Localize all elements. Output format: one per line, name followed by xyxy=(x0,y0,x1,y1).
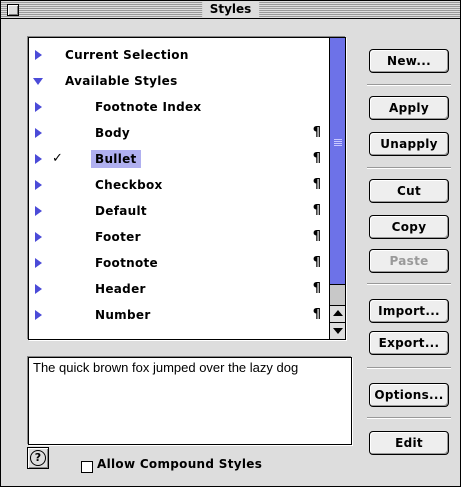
import-button[interactable]: Import... xyxy=(369,299,449,323)
separator xyxy=(367,367,451,369)
style-name: Checkbox xyxy=(95,178,163,192)
styles-window: Styles Current Selection Available Styles… xyxy=(0,0,461,487)
arrow-down-icon xyxy=(333,328,343,334)
help-button[interactable]: ? xyxy=(27,447,49,469)
style-name: Default xyxy=(95,204,147,218)
paragraph-mark-icon: ¶ xyxy=(312,281,321,296)
paragraph-mark-icon: ¶ xyxy=(312,255,321,270)
disclosure-triangle-right-icon[interactable] xyxy=(35,180,42,190)
separator xyxy=(367,283,451,285)
disclosure-triangle-right-icon[interactable] xyxy=(35,50,42,60)
style-list-item[interactable]: Footnote Index xyxy=(29,95,329,119)
new-button[interactable]: New... xyxy=(369,49,449,73)
style-name: Number xyxy=(95,308,151,322)
style-list-item[interactable]: Default ¶ xyxy=(29,199,329,223)
style-list-item[interactable]: Checkbox ¶ xyxy=(29,173,329,197)
styles-list-rows: Current Selection Available Styles Footnot… xyxy=(29,38,329,339)
style-list-item[interactable]: Body ¶ xyxy=(29,121,329,145)
style-name: Footnote Index xyxy=(95,100,202,114)
style-list-item[interactable]: Current Selection xyxy=(29,43,329,67)
style-name: Footnote xyxy=(95,256,158,270)
paragraph-mark-icon: ¶ xyxy=(312,203,321,218)
options-button[interactable]: Options... xyxy=(369,383,449,407)
allow-compound-styles-checkbox[interactable] xyxy=(81,461,93,473)
disclosure-triangle-right-icon[interactable] xyxy=(35,102,42,112)
title-bar[interactable]: Styles xyxy=(1,1,460,19)
disclosure-triangle-right-icon[interactable] xyxy=(35,128,42,138)
paragraph-mark-icon: ¶ xyxy=(312,125,321,140)
disclosure-triangle-right-icon[interactable] xyxy=(35,258,42,268)
scroll-down-button[interactable] xyxy=(330,322,345,339)
style-list-item[interactable]: ✓ Bullet ¶ xyxy=(29,147,329,171)
style-list-item[interactable]: Footer ¶ xyxy=(29,225,329,249)
style-preview: The quick brown fox jumped over the lazy… xyxy=(28,357,352,445)
paragraph-mark-icon: ¶ xyxy=(312,229,321,244)
checkmark-icon: ✓ xyxy=(52,151,63,166)
edit-button[interactable]: Edit xyxy=(369,431,449,455)
disclosure-triangle-down-icon[interactable] xyxy=(33,78,43,85)
separator xyxy=(367,417,451,419)
style-list-item[interactable]: Footnote ¶ xyxy=(29,251,329,275)
paragraph-mark-icon: ¶ xyxy=(312,177,321,192)
scroll-thumb[interactable] xyxy=(330,38,345,285)
scroll-grip-icon xyxy=(334,139,342,146)
close-box[interactable] xyxy=(7,4,19,16)
styles-list[interactable]: Current Selection Available Styles Footnot… xyxy=(28,37,346,340)
style-name: Current Selection xyxy=(65,48,189,62)
style-list-item[interactable]: Header ¶ xyxy=(29,277,329,301)
window-title: Styles xyxy=(201,1,260,18)
paragraph-mark-icon: ¶ xyxy=(312,307,321,322)
style-name: Available Styles xyxy=(65,74,178,88)
disclosure-triangle-right-icon[interactable] xyxy=(35,154,42,164)
paste-button[interactable]: Paste xyxy=(369,249,449,273)
allow-compound-styles-label[interactable]: Allow Compound Styles xyxy=(97,457,262,471)
style-name: Header xyxy=(95,282,146,296)
vertical-scrollbar[interactable] xyxy=(329,38,345,339)
cut-button[interactable]: Cut xyxy=(369,179,449,203)
disclosure-triangle-right-icon[interactable] xyxy=(35,232,42,242)
style-list-item[interactable]: Available Styles xyxy=(29,69,329,93)
style-name: Body xyxy=(95,126,131,140)
separator xyxy=(367,167,451,169)
paragraph-mark-icon: ¶ xyxy=(312,151,321,166)
copy-button[interactable]: Copy xyxy=(369,215,449,239)
arrow-up-icon xyxy=(333,310,343,316)
disclosure-triangle-right-icon[interactable] xyxy=(35,206,42,216)
unapply-button[interactable]: Unapply xyxy=(369,132,449,156)
style-list-item[interactable]: Number ¶ xyxy=(29,303,329,327)
style-name: Bullet xyxy=(91,150,141,168)
apply-button[interactable]: Apply xyxy=(369,96,449,120)
separator xyxy=(367,84,451,86)
export-button[interactable]: Export... xyxy=(369,331,449,355)
disclosure-triangle-right-icon[interactable] xyxy=(35,310,42,320)
scroll-up-button[interactable] xyxy=(330,305,345,322)
style-name: Footer xyxy=(95,230,141,244)
disclosure-triangle-right-icon[interactable] xyxy=(35,284,42,294)
help-icon: ? xyxy=(30,450,46,466)
